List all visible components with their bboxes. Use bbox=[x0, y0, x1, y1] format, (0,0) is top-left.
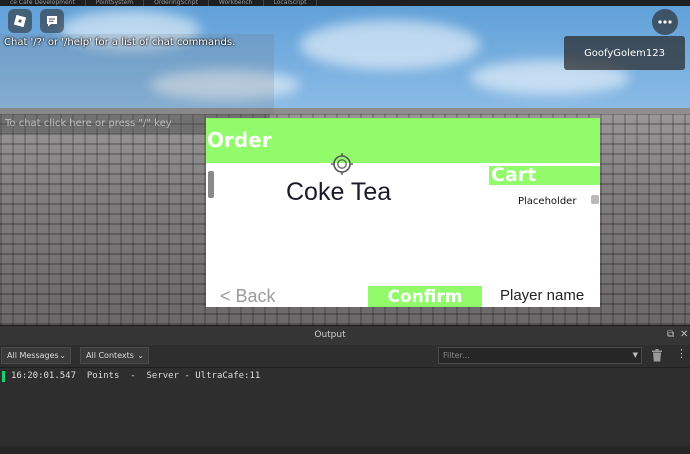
messages-filter-dropdown[interactable]: All Messages ⌄ bbox=[1, 347, 71, 364]
output-titlebar: Output ⧉ ✕ bbox=[0, 325, 690, 345]
studio-tab[interactable]: OrderingScript bbox=[144, 0, 209, 6]
item-list-scrollbar[interactable] bbox=[208, 171, 214, 198]
restore-window-icon[interactable]: ⧉ bbox=[667, 330, 674, 340]
chat-system-message: Chat '/?' or '/help' for a list of chat … bbox=[4, 37, 236, 48]
output-more-icon[interactable]: ⋮ bbox=[676, 348, 687, 360]
output-title: Output bbox=[314, 330, 346, 340]
contexts-filter-value: All Contexts bbox=[86, 351, 134, 360]
output-filter-input[interactable]: Filter... ▼ bbox=[438, 347, 642, 364]
player-username: GoofyGolem123 bbox=[584, 47, 665, 59]
chat-bubble-icon bbox=[47, 16, 57, 27]
order-header: Order bbox=[206, 118, 600, 163]
output-panel: Output ⧉ ✕ All Messages ⌄ All Contexts ⌄… bbox=[0, 325, 690, 454]
filter-placeholder: Filter... bbox=[443, 351, 470, 360]
log-timestamp: 16:20:01.547 bbox=[11, 371, 77, 381]
order-window: Order Coke Tea Cart Placeholder < Back C… bbox=[206, 118, 600, 307]
roblox-menu-button[interactable] bbox=[8, 9, 32, 33]
back-button[interactable]: < Back bbox=[220, 286, 276, 307]
chevron-down-icon: ⌄ bbox=[59, 351, 66, 360]
cart-scrollbar[interactable] bbox=[591, 195, 599, 204]
roblox-logo-icon bbox=[13, 14, 27, 28]
clear-output-trash-icon[interactable] bbox=[651, 349, 663, 362]
log-source: Server - UltraCafe:11 bbox=[146, 371, 261, 381]
output-toolbar: All Messages ⌄ All Contexts ⌄ Filter... … bbox=[0, 345, 690, 368]
chevron-down-icon: ⌄ bbox=[137, 351, 144, 360]
cart-title: Cart bbox=[491, 164, 537, 186]
log-entry-text: 16:20:01.547 Points - Server - UltraCafe… bbox=[11, 371, 260, 381]
log-separator: - bbox=[130, 371, 136, 381]
player-name-label: Player name bbox=[500, 287, 585, 304]
contexts-filter-dropdown[interactable]: All Contexts ⌄ bbox=[80, 347, 149, 364]
studio-tab[interactable]: ce Cafe Development bbox=[0, 0, 86, 6]
player-list-entry[interactable]: GoofyGolem123 bbox=[564, 36, 685, 70]
studio-tab-strip: ce Cafe Development PointSystem Ordering… bbox=[0, 0, 690, 6]
studio-tab[interactable]: LocalScript bbox=[264, 0, 318, 6]
cart-item: Placeholder bbox=[518, 196, 577, 207]
more-options-button[interactable] bbox=[652, 9, 678, 35]
order-title: Order bbox=[207, 128, 272, 152]
log-entry[interactable]: 16:20:01.547 Points - Server - UltraCafe… bbox=[0, 370, 690, 384]
messages-filter-value: All Messages bbox=[7, 351, 59, 360]
log-source-marker bbox=[2, 371, 5, 382]
studio-tab[interactable]: Workbench bbox=[209, 0, 264, 6]
menu-item-name[interactable]: Coke Tea bbox=[286, 178, 391, 207]
chat-toggle-button[interactable] bbox=[40, 9, 64, 33]
confirm-button[interactable]: Confirm bbox=[368, 286, 482, 307]
cart-header: Cart bbox=[489, 164, 600, 186]
log-message: Points bbox=[86, 371, 120, 381]
confirm-label: Confirm bbox=[387, 286, 463, 307]
crosshair-icon bbox=[331, 153, 353, 175]
sky-cloud bbox=[300, 20, 480, 70]
studio-tab[interactable]: PointSystem bbox=[86, 0, 145, 6]
close-icon[interactable]: ✕ bbox=[680, 330, 688, 340]
output-bottom-bar bbox=[0, 446, 690, 454]
dropdown-arrow-icon[interactable]: ▼ bbox=[633, 348, 638, 363]
ellipsis-icon bbox=[658, 20, 672, 24]
